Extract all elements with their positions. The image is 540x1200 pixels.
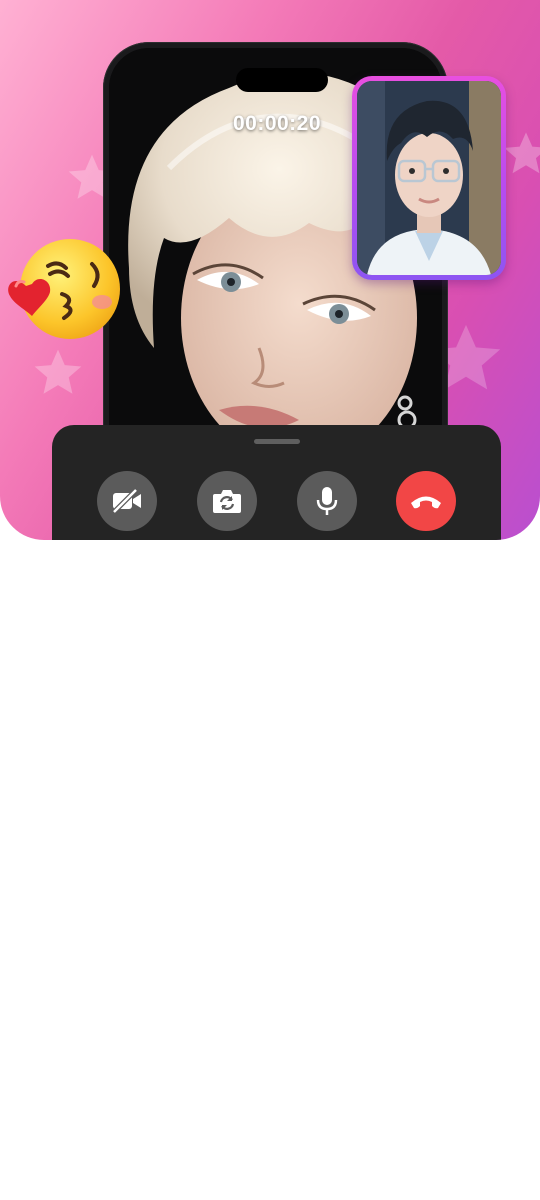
star-decoration-left-bottom [34,349,82,394]
camera-off-button[interactable] [97,471,157,531]
dynamic-island [236,68,328,92]
drag-handle[interactable] [254,439,300,444]
self-view-pip[interactable] [352,76,506,280]
switch-camera-button[interactable] [197,471,257,531]
camera-flip-icon [213,490,241,513]
end-call-button[interactable] [396,471,456,531]
call-controls-panel [52,425,501,540]
self-view-portrait [357,81,501,275]
promo-hero: 00:00:20 [0,0,540,540]
video-off-icon [112,488,141,514]
phone-hangup-icon [411,496,441,509]
star-decoration-right-top [504,132,540,174]
microphone-button[interactable] [297,471,357,531]
kissing-face-emoji-icon [8,239,120,339]
microphone-icon [316,487,338,515]
call-timer: 00:00:20 [232,112,322,135]
